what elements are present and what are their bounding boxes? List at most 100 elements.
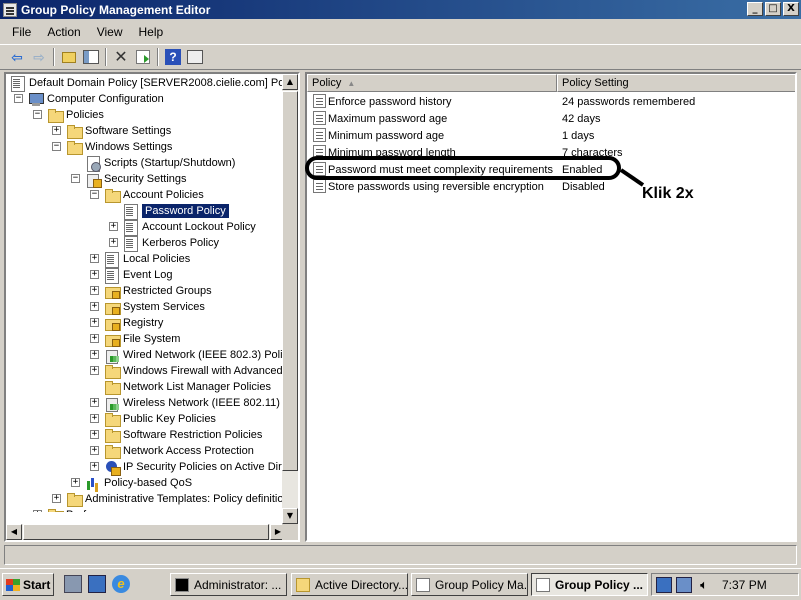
tree-expand-toggle[interactable]: +	[90, 462, 99, 471]
network-status-icon[interactable]	[676, 576, 692, 593]
server-manager-icon[interactable]	[64, 575, 82, 593]
folder-icon	[104, 443, 121, 459]
tree-expand-toggle[interactable]: +	[33, 510, 42, 512]
tree-node[interactable]: Administrative Templates: Policy definit…	[66, 491, 284, 507]
taskbar-button[interactable]: Group Policy ...	[531, 573, 648, 596]
export-list-button[interactable]	[132, 46, 154, 68]
tree-expand-toggle[interactable]: +	[90, 286, 99, 295]
taskbar-button[interactable]: Group Policy Ma...	[411, 573, 528, 596]
tree-vertical-scrollbar[interactable]: ▲ ▼	[282, 74, 298, 524]
taskbar-button[interactable]: Active Directory...	[291, 573, 408, 596]
policy-row[interactable]: Minimum password age 1 days	[307, 127, 795, 144]
policy-row[interactable]: Enforce password history 24 passwords rem…	[307, 93, 795, 110]
tree-expand-toggle[interactable]: +	[52, 126, 61, 135]
tree-expand-toggle[interactable]: +	[90, 254, 99, 263]
tree-horizontal-scrollbar[interactable]: ◀ ▶	[6, 524, 286, 540]
folder-icon	[66, 139, 83, 155]
tree-node[interactable]: File System	[104, 331, 180, 347]
tree-node[interactable]: Registry	[104, 315, 163, 331]
policy-row[interactable]: Password must meet complexity requiremen…	[307, 161, 795, 178]
tree-node[interactable]: Default Domain Policy [SERVER2008.cielie…	[10, 75, 286, 92]
tree-node[interactable]: Network Access Protection	[104, 443, 254, 459]
back-button[interactable]: ⇦	[6, 46, 28, 68]
up-folder-button[interactable]	[58, 46, 80, 68]
tree-collapse-toggle[interactable]: −	[90, 190, 99, 199]
close-button[interactable]: X	[783, 2, 799, 16]
policy-value: 1 days	[562, 129, 595, 142]
show-hide-tree-button[interactable]	[80, 46, 102, 68]
window-title-bar[interactable]: Group Policy Management Editor _ □ X	[0, 0, 801, 19]
scroll-left-button[interactable]: ◀	[6, 524, 22, 540]
tree-node[interactable]: Event Log	[104, 267, 173, 284]
scroll-thumb[interactable]	[282, 91, 298, 471]
tree-node[interactable]: Policies	[47, 107, 104, 123]
tree-node[interactable]: Software Settings	[66, 123, 171, 139]
tree-collapse-toggle[interactable]: −	[33, 110, 42, 119]
start-button[interactable]: Start	[2, 573, 54, 596]
volume-icon[interactable]: 🔈︎	[696, 577, 712, 593]
policy-row[interactable]: Minimum password length 7 characters	[307, 144, 795, 161]
tree-expand-toggle[interactable]: +	[90, 414, 99, 423]
tree-node[interactable]: Policy-based QoS	[85, 475, 192, 491]
minimize-button[interactable]: _	[747, 2, 763, 16]
tree-node[interactable]: Network List Manager Policies	[104, 379, 271, 395]
properties-button[interactable]	[184, 46, 206, 68]
tree-expand-toggle[interactable]: +	[109, 222, 118, 231]
tree-node[interactable]: Wired Network (IEEE 802.3) Polic	[104, 347, 286, 364]
tree-node[interactable]: Local Policies	[104, 251, 190, 268]
column-header-label: Policy Setting	[562, 77, 629, 89]
delete-button[interactable]: ✕	[110, 46, 132, 68]
tree-expand-toggle[interactable]: +	[71, 478, 80, 487]
tree-node[interactable]: Software Restriction Policies	[104, 427, 262, 443]
tree-node[interactable]: Restricted Groups	[104, 283, 212, 299]
menu-action[interactable]: Action	[39, 25, 88, 39]
taskbar-button[interactable]: Administrator: ...	[170, 573, 287, 596]
tree-node[interactable]: Account Policies	[104, 187, 204, 203]
tree-node[interactable]: Kerberos Policy	[123, 235, 219, 252]
tree-node[interactable]: Windows Settings	[66, 139, 172, 155]
powershell-icon[interactable]	[88, 575, 106, 593]
network-icon[interactable]	[656, 576, 672, 593]
tree-expand-toggle[interactable]: +	[90, 334, 99, 343]
tree-node[interactable]: Scripts (Startup/Shutdown)	[85, 155, 235, 172]
scroll-thumb[interactable]	[23, 524, 269, 540]
tree-node[interactable]: Account Lockout Policy	[123, 219, 256, 236]
menu-file[interactable]: File	[4, 25, 39, 39]
help-button[interactable]: ?	[162, 46, 184, 68]
column-header-setting[interactable]: Policy Setting	[557, 74, 795, 92]
tree-node[interactable]: Public Key Policies	[104, 411, 216, 427]
tree-node[interactable]: Windows Firewall with Advanced	[104, 363, 283, 379]
tree-expand-toggle[interactable]: +	[90, 446, 99, 455]
tree-expand-toggle[interactable]: +	[90, 302, 99, 311]
scroll-down-button[interactable]: ▼	[282, 508, 298, 524]
menu-view[interactable]: View	[89, 25, 131, 39]
internet-explorer-icon[interactable]: e	[112, 575, 130, 593]
tree-expand-toggle[interactable]: +	[90, 398, 99, 407]
tree-node[interactable]: IP Security Policies on Active Dire	[104, 459, 286, 476]
clock[interactable]: 7:37 PM	[722, 578, 767, 592]
tree-expand-toggle[interactable]: +	[109, 238, 118, 247]
scroll-up-button[interactable]: ▲	[282, 74, 298, 90]
column-header-policy[interactable]: Policy ▲	[307, 74, 557, 92]
tree-collapse-toggle[interactable]: −	[52, 142, 61, 151]
tree-collapse-toggle[interactable]: −	[71, 174, 80, 183]
tree-expand-toggle[interactable]: +	[52, 494, 61, 503]
tree-expand-toggle[interactable]: +	[90, 270, 99, 279]
tree-expand-toggle[interactable]: +	[90, 366, 99, 375]
tree-node[interactable]: Preferences	[47, 507, 125, 512]
tree-collapse-toggle[interactable]: −	[14, 94, 23, 103]
taskbar-button-label: Group Policy ...	[555, 577, 644, 592]
policy-row[interactable]: Maximum password age 42 days	[307, 110, 795, 127]
tree-node[interactable]: Computer Configuration	[28, 91, 164, 107]
tree-node[interactable]: Wireless Network (IEEE 802.11) F	[104, 395, 286, 412]
tree-expand-toggle[interactable]: +	[90, 350, 99, 359]
policy-row[interactable]: Store passwords using reversible encrypt…	[307, 178, 795, 195]
tree-node[interactable]: System Services	[104, 299, 205, 315]
tree-expand-toggle[interactable]: +	[90, 318, 99, 327]
tree-node[interactable]: Security Settings	[85, 171, 187, 188]
tree-node[interactable]: Password Policy	[123, 203, 229, 220]
forward-button[interactable]: ⇨	[28, 46, 50, 68]
menu-help[interactable]: Help	[131, 25, 172, 39]
maximize-button[interactable]: □	[765, 2, 781, 16]
tree-expand-toggle[interactable]: +	[90, 430, 99, 439]
